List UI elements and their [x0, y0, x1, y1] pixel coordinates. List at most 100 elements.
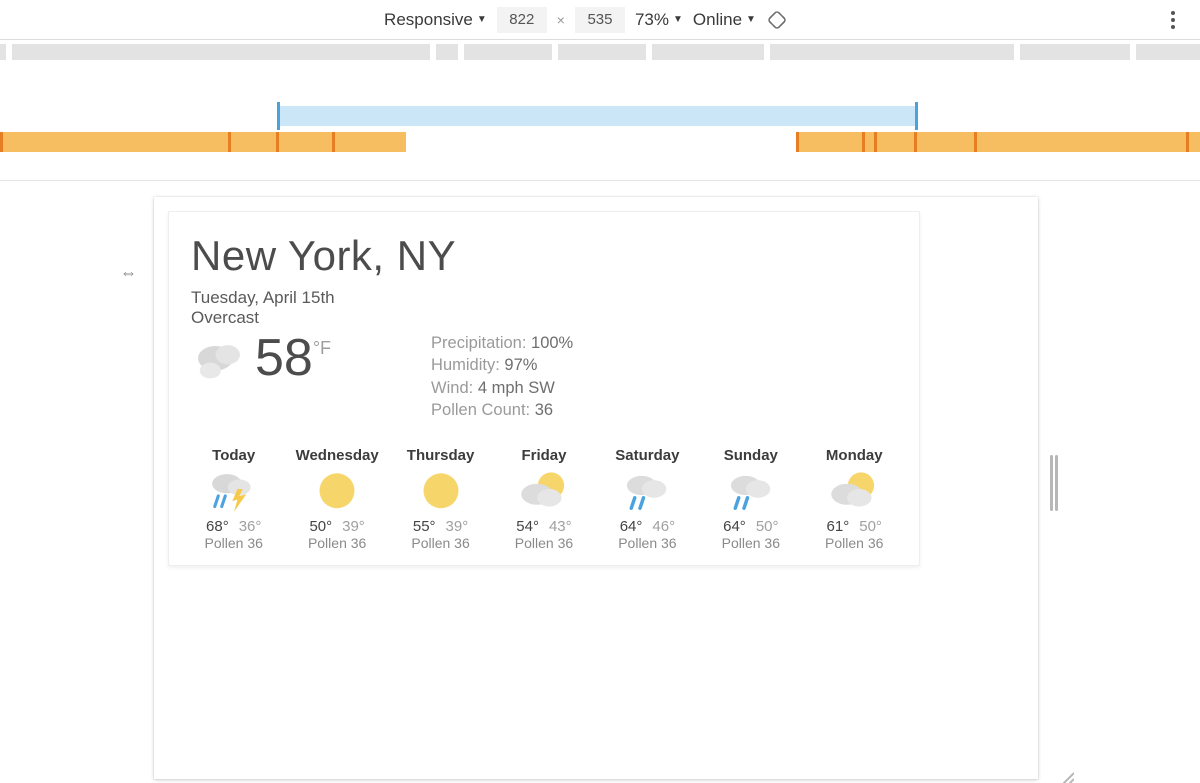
device-canvas: ⇔ New York, NY Tuesday, April 15th Overc…: [0, 180, 1200, 783]
breakpoint-mark[interactable]: [974, 132, 977, 152]
breakpoint-mark[interactable]: [276, 132, 279, 152]
high-temp: 50°: [309, 518, 332, 535]
high-temp: 64°: [620, 518, 643, 535]
ruler-segment[interactable]: [12, 44, 430, 60]
weather-details: Precipitation: 100% Humidity: 97% Wind: …: [431, 332, 573, 421]
high-temp: 54°: [516, 518, 539, 535]
partly-sun-icon: [516, 468, 572, 512]
low-temp: 39°: [446, 518, 469, 535]
city-name: New York, NY: [191, 232, 897, 280]
overcast-icon: [191, 332, 247, 388]
current-temp: 58: [255, 332, 313, 384]
day-name: Sunday: [708, 447, 793, 464]
viewport-resize-handle-corner[interactable]: [1054, 769, 1074, 783]
forecast-row: Today 68° 36° Pollen 36 Wednesday 50° 39° …: [191, 447, 897, 551]
day-name: Friday: [501, 447, 586, 464]
rotate-icon[interactable]: [766, 9, 788, 31]
zoom-label: 73%: [635, 10, 669, 30]
low-temp: 50°: [756, 518, 779, 535]
device-toolbar: Responsive ▼ × 73% ▼ Online ▼: [0, 0, 1200, 40]
humidity-value: 97%: [504, 356, 537, 374]
viewport-resize-handle-right[interactable]: [1050, 455, 1060, 511]
weather-card: New York, NY Tuesday, April 15th Overcas…: [168, 211, 920, 566]
temp-unit: °F: [313, 338, 331, 359]
sunny-icon: [413, 468, 469, 512]
precip-value: 100%: [531, 334, 573, 352]
forecast-day: Thursday 55° 39° Pollen 36: [398, 447, 483, 551]
pollen-text: Pollen 36: [294, 535, 379, 551]
pollen-text: Pollen 36: [708, 535, 793, 551]
width-handle-left[interactable]: [277, 102, 280, 130]
rain-icon: [723, 468, 779, 512]
breakpoint-mark[interactable]: [914, 132, 917, 152]
breakpoint-mark[interactable]: [796, 132, 799, 152]
forecast-day: Monday 61°50° Pollen 36: [812, 447, 897, 551]
ruler-segment[interactable]: [436, 44, 458, 60]
high-temp: 61°: [827, 518, 850, 535]
ruler-segment[interactable]: [558, 44, 646, 60]
ruler-segment[interactable]: [1020, 44, 1130, 60]
breakpoint-mark[interactable]: [862, 132, 865, 152]
forecast-day: Today 68° 36° Pollen 36: [191, 447, 276, 551]
ruler-segment[interactable]: [652, 44, 764, 60]
low-temp: 36°: [239, 518, 262, 535]
forecast-day: Saturday 64° 46° Pollen 36: [605, 447, 690, 551]
dimension-separator: ×: [557, 12, 565, 28]
pollen-label: Pollen Count:: [431, 401, 530, 419]
device-mode-dropdown[interactable]: Responsive ▼: [384, 10, 487, 30]
day-name: Today: [191, 447, 276, 464]
chevron-down-icon: ▼: [673, 14, 683, 25]
sunny-icon: [309, 468, 365, 512]
pollen-value: 36: [535, 401, 553, 419]
pollen-text: Pollen 36: [398, 535, 483, 551]
humidity-label: Humidity:: [431, 356, 500, 374]
more-options-button[interactable]: [1162, 6, 1184, 34]
forecast-day: Sunday 64°50° Pollen 36: [708, 447, 793, 551]
width-handle-right[interactable]: [915, 102, 918, 130]
pollen-text: Pollen 36: [605, 535, 690, 551]
ruler-segment[interactable]: [464, 44, 552, 60]
pollen-text: Pollen 36: [191, 535, 276, 551]
rain-icon: [619, 468, 675, 512]
breakpoint-mark[interactable]: [874, 132, 877, 152]
emulated-viewport[interactable]: New York, NY Tuesday, April 15th Overcas…: [154, 197, 1038, 779]
forecast-day: Friday 54° 43° Pollen 36: [501, 447, 586, 551]
storm-icon: [206, 468, 262, 512]
day-name: Saturday: [605, 447, 690, 464]
partly-sun-icon: [826, 468, 882, 512]
wind-value: 4 mph SW: [478, 379, 555, 397]
date-text: Tuesday, April 15th: [191, 288, 897, 308]
low-temp: 39°: [342, 518, 365, 535]
media-query-bar-left[interactable]: [0, 132, 406, 152]
condition-text: Overcast: [191, 308, 897, 328]
low-temp: 46°: [652, 518, 675, 535]
breakpoint-mark[interactable]: [0, 132, 3, 152]
ruler-segment[interactable]: [770, 44, 1014, 60]
viewport-height-input[interactable]: [575, 7, 625, 33]
low-temp: 50°: [859, 518, 882, 535]
pollen-text: Pollen 36: [501, 535, 586, 551]
forecast-day: Wednesday 50° 39° Pollen 36: [294, 447, 379, 551]
breakpoint-mark[interactable]: [1186, 132, 1189, 152]
media-query-bar-right[interactable]: [796, 132, 1200, 152]
viewport-width-input[interactable]: [497, 7, 547, 33]
breakpoint-mark[interactable]: [228, 132, 231, 152]
breakpoint-ruler: [0, 40, 1200, 136]
high-temp: 55°: [413, 518, 436, 535]
day-name: Thursday: [398, 447, 483, 464]
low-temp: 43°: [549, 518, 572, 535]
day-name: Monday: [812, 447, 897, 464]
ruler-segment[interactable]: [0, 44, 6, 60]
chevron-down-icon: ▼: [477, 14, 487, 25]
throttling-label: Online: [693, 10, 742, 30]
precip-label: Precipitation:: [431, 334, 526, 352]
current-width-bar[interactable]: [278, 106, 916, 126]
chevron-down-icon: ▼: [746, 14, 756, 25]
ruler-segment[interactable]: [1136, 44, 1200, 60]
day-name: Wednesday: [294, 447, 379, 464]
throttling-dropdown[interactable]: Online ▼: [693, 10, 756, 30]
resize-horizontal-icon[interactable]: ⇔: [120, 263, 137, 283]
high-temp: 68°: [206, 518, 229, 535]
breakpoint-mark[interactable]: [332, 132, 335, 152]
zoom-dropdown[interactable]: 73% ▼: [635, 10, 683, 30]
